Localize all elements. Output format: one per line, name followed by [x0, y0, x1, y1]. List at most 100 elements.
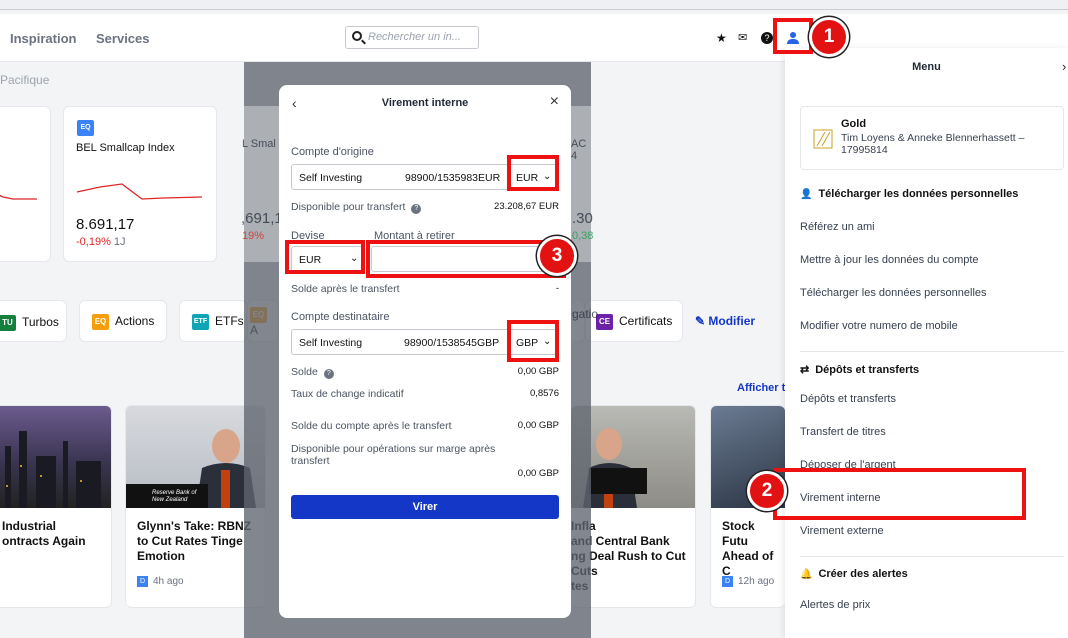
card-behind-right-title: AC 4 — [571, 138, 587, 162]
news-time: D 4h ago — [137, 576, 184, 587]
available-row: Disponible pour transfert ? 23.208,67 EU… — [291, 201, 559, 214]
news-title: Industrial ontracts Again — [2, 519, 86, 548]
card-behind-right-change: 0,38 — [572, 230, 594, 242]
gold-icon — [813, 129, 833, 149]
search-input[interactable]: Rechercher un in... — [345, 26, 479, 49]
turbos-tag-icon: TU — [0, 315, 16, 331]
info-icon[interactable]: ? — [323, 369, 334, 379]
card-behind-change: 19% — [242, 230, 265, 242]
menu-securities[interactable]: Transfert de titres — [800, 426, 886, 438]
news-title: Stock Futu Ahead of C — [722, 519, 774, 578]
card-behind-right-value: .30 — [572, 210, 593, 227]
pill-etfs-label: ETFs — [215, 314, 244, 329]
pill-behind-label: gatio — [572, 307, 599, 321]
account-after-label: Solde du compte après le transfert — [291, 420, 452, 432]
menu-price-alerts[interactable]: Alertes de prix — [800, 599, 870, 611]
menu-download[interactable]: Télécharger les données personnelles — [800, 287, 987, 299]
account-level: Gold — [841, 118, 867, 130]
highlight-currency-select — [285, 240, 365, 274]
margin-label: Disponible pour opérations sur marge apr… — [291, 443, 496, 467]
divider — [800, 351, 1064, 352]
submit-transfer-button[interactable]: Virer — [291, 495, 559, 519]
solde-value: 0,00 GBP — [517, 366, 559, 377]
show-all-link[interactable]: Afficher t — [737, 382, 785, 394]
menu-update[interactable]: Mettre à jour les données du compte — [800, 254, 979, 266]
news-title: Glynn's Take: RBNZ to Cut Rates Tinge Em… — [137, 519, 251, 563]
pill-turbos[interactable]: TU Turbos — [0, 300, 67, 342]
nav-inspiration[interactable]: Inspiration — [10, 31, 76, 46]
menu-external-transfer[interactable]: Virement externe — [800, 525, 884, 537]
certificats-tag-icon: CE — [596, 314, 613, 330]
modify-link[interactable]: ✎ Modifier — [695, 314, 755, 328]
help-icon[interactable]: ? — [761, 32, 773, 44]
close-icon[interactable]: × — [550, 93, 559, 111]
account-after-value: 0,00 GBP — [517, 420, 559, 431]
solde-row: Solde ? 0,00 GBP — [291, 366, 559, 379]
account-number: 17995814 — [841, 144, 888, 156]
divider — [800, 556, 1064, 557]
step-badge-1: 1 — [809, 17, 849, 57]
search-placeholder: Rechercher un in... — [368, 31, 461, 43]
account-card[interactable]: Gold Tim Loyens & Anneke Blennerhassett … — [800, 106, 1064, 170]
section-personal-label: Télécharger les données personnelles — [818, 188, 1019, 200]
dest-name: Self Investing — [299, 337, 363, 349]
news-time: D 12h ago — [722, 576, 774, 587]
section-alerts-label: Créer des alertes — [818, 568, 908, 580]
search-icon — [352, 31, 362, 41]
pill-actions[interactable]: EQ Actions — [79, 300, 167, 342]
index-change: -0,19% 1J — [76, 236, 126, 248]
dest-number: 98900/1538545GBP — [404, 337, 500, 349]
available-value: 23.208,67 EUR — [494, 201, 559, 212]
news-tag-icon: D — [137, 576, 148, 587]
index-period: 1J — [113, 236, 126, 248]
transfer-icon: ⇄ — [800, 364, 810, 376]
modify-link-label: Modifier — [708, 314, 756, 328]
card-behind-title: L Smal — [242, 138, 276, 150]
modal-title: Virement interne — [381, 97, 469, 109]
bell-icon: 🔔 — [800, 569, 813, 580]
rbnz-caption: Reserve Bank of New Zealand — [152, 490, 197, 503]
pill-actions-label: Actions — [115, 314, 155, 329]
star-icon[interactable]: ★ — [716, 31, 727, 45]
browser-bookmark-strip — [0, 0, 1068, 10]
dest-label: Compte destinataire — [291, 311, 390, 323]
menu-refer[interactable]: Référez un ami — [800, 221, 875, 233]
region-tab[interactable]: Pacifique — [0, 73, 49, 87]
rate-row: Taux de change indicatif 0,8576 — [291, 388, 559, 400]
menu-mobile[interactable]: Modifier votre numero de mobile — [800, 320, 958, 332]
index-change-pct: -0,19% — [76, 236, 111, 248]
news-card[interactable]: Industrial ontracts Again — [0, 405, 112, 608]
solde-label: Solde — [291, 366, 318, 378]
news-time-label: 12h ago — [738, 576, 775, 588]
nav-services[interactable]: Services — [96, 31, 150, 46]
rate-value: 0,8576 — [529, 388, 559, 399]
person-icon: 👤 — [800, 189, 813, 200]
balance-after-label: Solde après le transfert — [291, 283, 400, 295]
highlight-amount-input — [366, 240, 566, 278]
index-card-partial-left[interactable] — [0, 106, 51, 262]
section-personal: 👤 Télécharger les données personnelles — [800, 188, 1018, 200]
mail-icon[interactable]: ✉ — [738, 31, 747, 44]
section-deposits: ⇄ Dépôts et transferts — [800, 363, 919, 376]
step-badge-2: 2 — [747, 471, 787, 511]
info-icon[interactable]: ? — [411, 204, 422, 214]
highlight-dest-currency — [507, 320, 559, 362]
menu-title: Menu — [912, 61, 941, 73]
menu-deposits[interactable]: Dépôts et transferts — [800, 393, 896, 405]
rate-label: Taux de change indicatif — [291, 388, 404, 400]
etf-tag-icon: ETF — [192, 314, 209, 330]
balance-after-value: - — [555, 283, 559, 294]
index-value: 8.691,17 — [76, 216, 135, 233]
account-after-row: Solde du compte après le transfert 0,00 … — [291, 420, 559, 432]
pill-certificats[interactable]: CE Certificats — [585, 300, 683, 342]
origin-label: Compte d'origine — [291, 146, 374, 158]
pill-etfs[interactable]: ETF ETFs — [179, 300, 247, 342]
origin-number: 98900/1535983EUR — [405, 172, 501, 184]
news-time-label: 4h ago — [153, 576, 184, 588]
chevron-right-icon[interactable]: › — [1062, 59, 1066, 74]
news-tag-icon: D — [722, 576, 733, 587]
card-behind-value: ,691,1 — [241, 210, 283, 227]
highlight-origin-currency — [507, 155, 559, 191]
highlight-internal-transfer — [773, 468, 1026, 520]
account-holders: Tim Loyens & Anneke Blennerhassett – — [841, 132, 1025, 144]
